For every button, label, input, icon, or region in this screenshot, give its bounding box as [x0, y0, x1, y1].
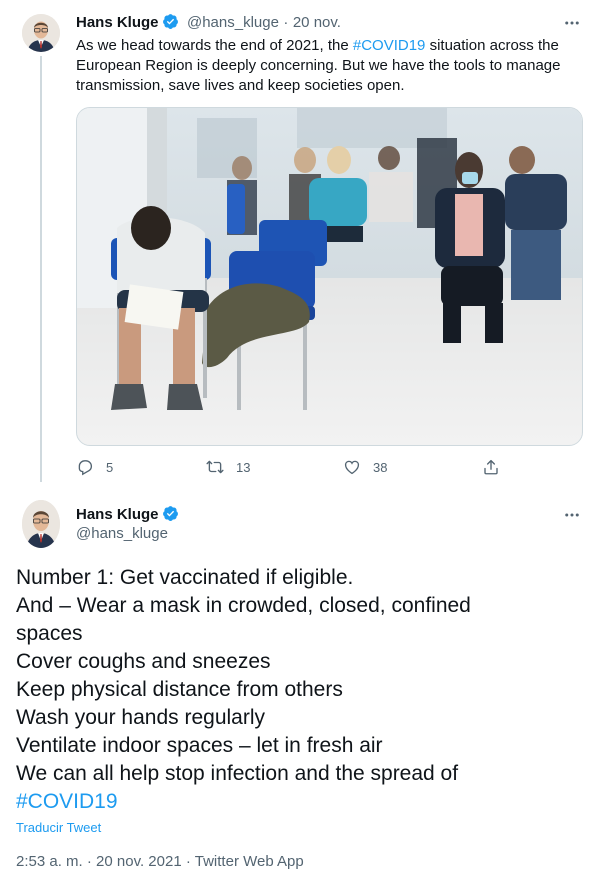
- author-name[interactable]: Hans Kluge: [76, 14, 159, 31]
- tweet-line: Number 1: Get vaccinated if eligible.: [16, 566, 354, 589]
- tweet-author: Hans Kluge: [76, 505, 179, 524]
- share-icon: [484, 459, 498, 475]
- author-handle[interactable]: @hans_kluge: [76, 525, 168, 542]
- author-name[interactable]: Hans Kluge: [76, 506, 159, 523]
- tweet-date[interactable]: 20 nov.: [293, 14, 341, 31]
- retweet-count: 13: [236, 459, 251, 475]
- translate-tweet-link[interactable]: Traducir Tweet: [16, 820, 101, 835]
- avatar[interactable]: [22, 14, 60, 52]
- separator-dot: ·: [283, 14, 289, 31]
- ellipsis-icon: [565, 21, 579, 25]
- more-options-button[interactable]: [563, 14, 581, 37]
- retweet-button[interactable]: 13: [206, 458, 250, 476]
- tweet-line: Keep physical distance from others: [16, 678, 343, 701]
- verified-badge-icon: [162, 506, 178, 521]
- hashtag-link[interactable]: #COVID19: [16, 788, 586, 816]
- tweet-line: And – Wear a mask in crowded, closed, co…: [16, 594, 471, 617]
- thread-connector-line: [40, 56, 42, 482]
- tweet-full-date[interactable]: 20 nov. 2021: [96, 853, 182, 870]
- tweet-text: As we head towards the end of 2021, the …: [76, 36, 581, 96]
- tweet-line: We can all help stop infection and the s…: [16, 762, 459, 785]
- retweet-icon: [206, 460, 224, 474]
- reply-button[interactable]: 5: [76, 458, 113, 476]
- ellipsis-icon: [565, 513, 579, 517]
- tweet-meta: 2:53 a. m. · 20 nov. 2021 · Twitter Web …: [16, 853, 304, 870]
- avatar-image: [22, 14, 60, 52]
- author-handle[interactable]: @hans_kluge: [187, 14, 279, 31]
- reply-icon: [78, 460, 93, 476]
- verified-badge-icon: [162, 14, 178, 29]
- separator-dot: ·: [185, 853, 191, 870]
- tweet-photo[interactable]: [76, 107, 583, 446]
- like-count: 38: [373, 459, 388, 475]
- tweet-line: Ventilate indoor spaces – let in fresh a…: [16, 734, 383, 757]
- avatar-image: [22, 500, 60, 548]
- avatar[interactable]: [22, 500, 60, 548]
- separator-dot: ·: [86, 853, 92, 870]
- tweet-line: spaces: [16, 622, 83, 645]
- tweet-line: Cover coughs and sneezes: [16, 650, 271, 673]
- tweet-source[interactable]: Twitter Web App: [195, 853, 304, 870]
- hashtag-link[interactable]: #COVID19: [353, 37, 426, 54]
- share-button[interactable]: [482, 458, 500, 476]
- heart-icon: [344, 460, 360, 475]
- tweet-line: Wash your hands regularly: [16, 706, 266, 729]
- main-tweet-text: Number 1: Get vaccinated if eligible. An…: [16, 564, 586, 816]
- tweet-time[interactable]: 2:53 a. m.: [16, 853, 83, 870]
- like-button[interactable]: 38: [343, 458, 387, 476]
- vaccination-waiting-room-photo: [77, 108, 582, 445]
- tweet-text-start: As we head towards the end of 2021, the: [76, 37, 353, 54]
- tweet-header: Hans Kluge @hans_kluge · 20 nov.: [76, 13, 341, 32]
- reply-count: 5: [106, 459, 114, 475]
- more-options-button[interactable]: [563, 506, 581, 529]
